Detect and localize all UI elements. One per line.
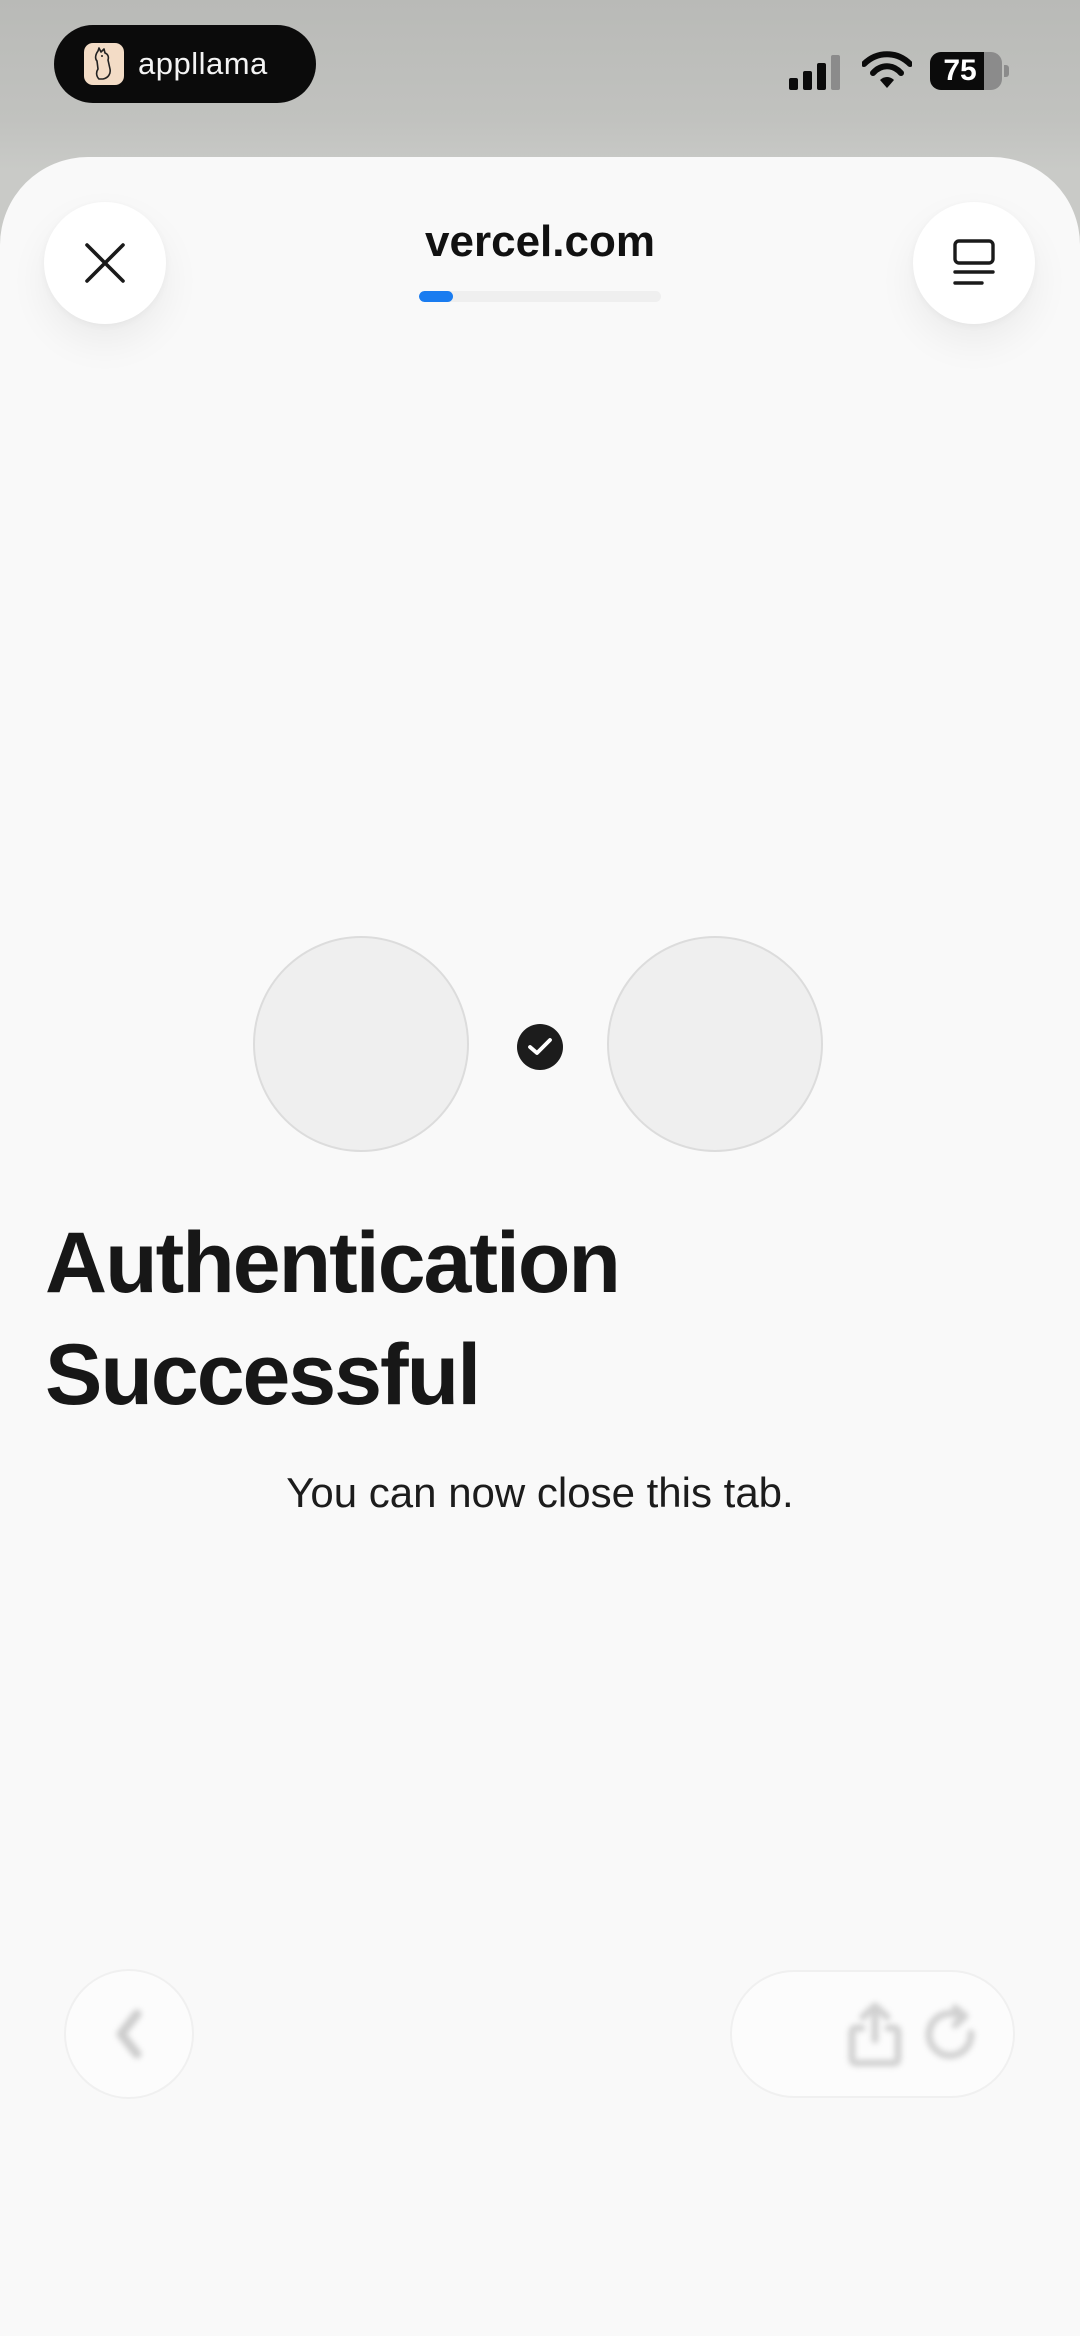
reload-icon[interactable]: [915, 2000, 985, 2070]
tabs-button[interactable]: [913, 202, 1035, 324]
check-icon: [528, 1038, 552, 1055]
battery-level-text: 75: [943, 54, 977, 87]
close-tab-message: You can now close this tab.: [286, 1469, 794, 1516]
page-load-progress: [419, 291, 661, 302]
llama-logo-icon: [84, 43, 124, 85]
page-title: Authentication Successful: [45, 1207, 621, 1431]
share-icon[interactable]: [840, 2000, 910, 2070]
page-title-line-1: Authentication: [45, 1215, 621, 1311]
cellular-signal-icon: [789, 55, 840, 90]
app-name-label: appllama: [138, 46, 268, 81]
app-indicator-pill[interactable]: appllama: [54, 25, 316, 103]
account-avatar-right: [607, 936, 823, 1152]
page-load-progress-fill: [419, 291, 453, 302]
page-title-line-2: Successful: [45, 1327, 481, 1423]
battery-body: 75: [930, 52, 1002, 90]
account-avatar-left: [253, 936, 469, 1152]
battery-nub: [1004, 65, 1009, 77]
battery-indicator: 75: [930, 52, 1010, 90]
success-badge: [517, 1024, 563, 1070]
chevron-left-icon: [116, 2009, 142, 2059]
status-bar: appllama 75: [0, 0, 1080, 150]
tabs-icon: [953, 239, 995, 285]
back-button[interactable]: [64, 1969, 194, 2099]
wifi-icon: [862, 51, 912, 88]
